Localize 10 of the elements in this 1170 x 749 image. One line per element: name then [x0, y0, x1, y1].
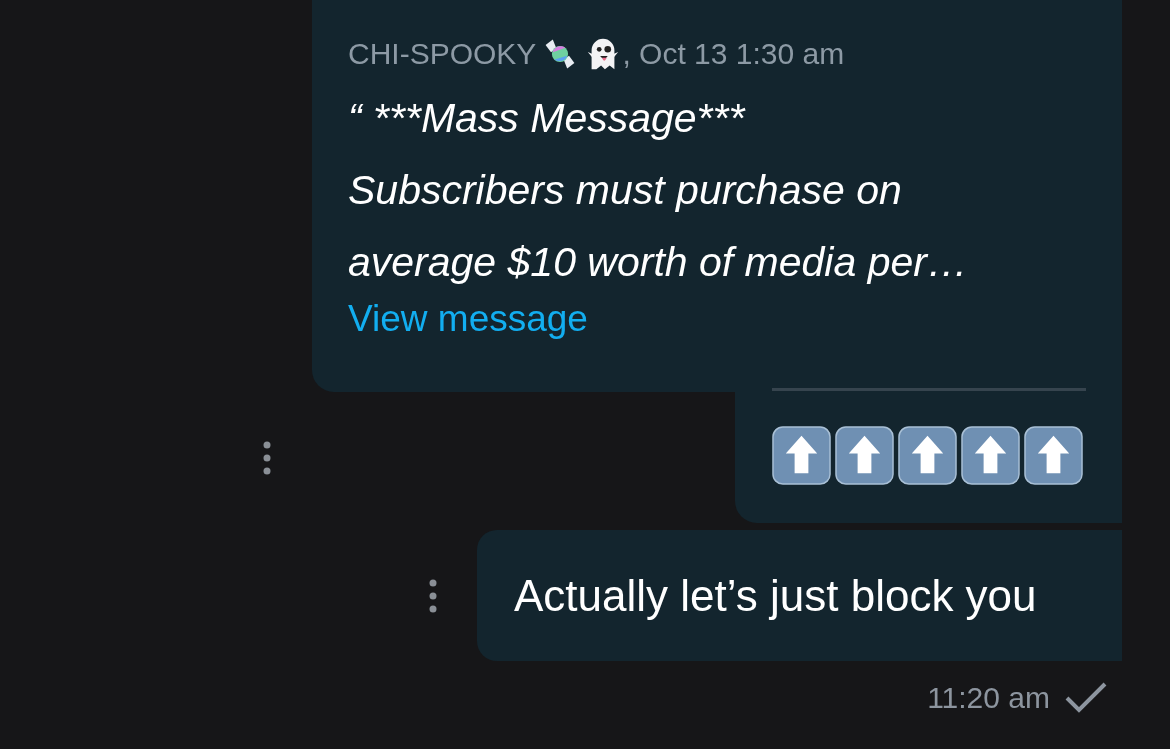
quoted-text: Subscribers must purchase on — [348, 166, 903, 215]
more-options-icon[interactable] — [263, 440, 271, 475]
message-time: 11:20 am — [927, 681, 1050, 715]
more-options-icon[interactable] — [429, 578, 437, 613]
message-date: , Oct 13 1:30 am — [622, 37, 845, 71]
quoted-text: “ ***Mass Message*** — [348, 94, 747, 143]
view-message-link[interactable]: View message — [348, 298, 588, 340]
quoted-text: average $10 worth of media per… — [348, 238, 969, 287]
message-text: Actually let’s just block you — [514, 570, 1037, 621]
sender-name: CHI-SPOOKY — [348, 37, 537, 71]
